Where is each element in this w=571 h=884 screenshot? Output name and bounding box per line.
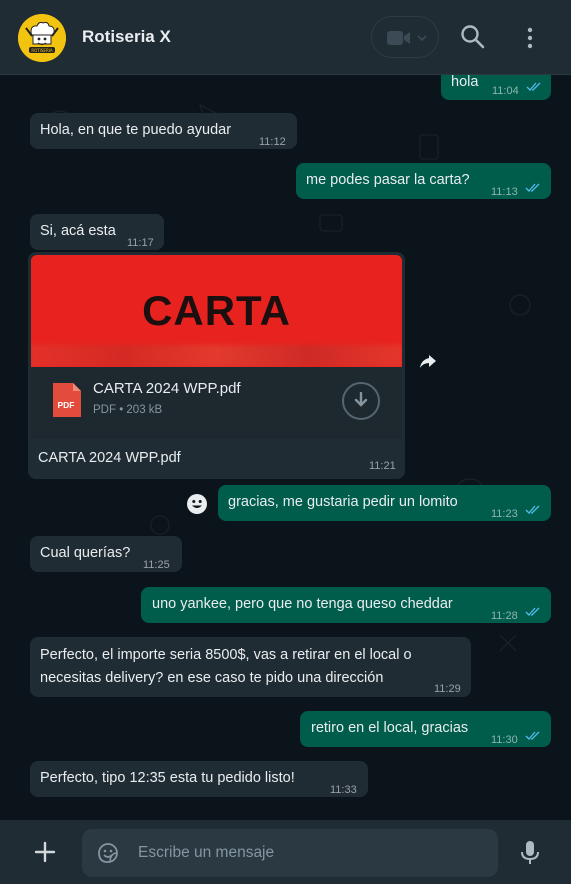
download-button[interactable] (342, 382, 380, 420)
read-receipt-icon (526, 82, 541, 91)
composer-bar (0, 820, 571, 884)
message-text: Cual querías? (40, 545, 131, 561)
message-input[interactable] (138, 829, 478, 877)
plus-icon[interactable] (34, 841, 56, 863)
video-call-button[interactable] (371, 16, 439, 58)
read-receipt-icon (525, 183, 540, 192)
mic-icon[interactable] (520, 840, 540, 866)
message-time: 11:30 (491, 734, 518, 746)
message-time: 11:33 (330, 784, 357, 796)
message-text: hola (451, 75, 479, 90)
sticker-icon[interactable] (96, 841, 120, 865)
message-time: 11:23 (491, 508, 518, 520)
message-time: 11:04 (492, 85, 519, 97)
message-incoming[interactable]: Cual querías? 11:25 (30, 536, 182, 572)
document-preview-title: CARTA (142, 287, 291, 334)
document-meta: PDF • 203 kB (93, 404, 163, 416)
message-text: me podes pasar la carta? (306, 172, 470, 188)
document-preview-blur (31, 345, 402, 367)
message-text-line-2: necesitas delivery? en ese caso te pido … (40, 670, 384, 686)
message-text: Si, acá esta (40, 223, 116, 239)
message-outgoing[interactable]: gracias, me gustaria pedir un lomito 11:… (218, 485, 551, 521)
document-file-row[interactable]: PDF CARTA 2024 WPP.pdf PDF • 203 kB (31, 367, 402, 439)
message-text: retiro en el local, gracias (311, 720, 469, 736)
message-time: 11:25 (143, 559, 170, 571)
message-text: uno yankee, pero que no tenga queso ched… (152, 596, 453, 612)
message-outgoing[interactable]: uno yankee, pero que no tenga queso ched… (141, 587, 551, 623)
document-caption: CARTA 2024 WPP.pdf (38, 450, 181, 466)
message-incoming[interactable]: Hola, en que te puedo ayudar 11:12 (30, 113, 297, 149)
message-incoming[interactable]: Perfecto, el importe seria 8500$, vas a … (30, 637, 471, 697)
avatar[interactable]: ROTISERIA (18, 14, 66, 62)
message-outgoing[interactable]: hola 11:04 (441, 75, 551, 100)
message-time: 11:13 (491, 186, 518, 198)
message-time: 11:12 (259, 136, 286, 148)
contact-name[interactable]: Rotiseria X (82, 27, 171, 47)
message-incoming[interactable]: Perfecto, tipo 12:35 esta tu pedido list… (30, 761, 368, 797)
message-time: 11:29 (434, 683, 461, 695)
message-text: gracias, me gustaria pedir un lomito (228, 494, 458, 510)
read-receipt-icon (525, 505, 540, 514)
pdf-icon: PDF (53, 383, 81, 417)
read-receipt-icon (525, 607, 540, 616)
search-icon[interactable] (460, 24, 486, 50)
document-file-name: CARTA 2024 WPP.pdf (93, 380, 241, 397)
message-text: Perfecto, tipo 12:35 esta tu pedido list… (40, 770, 295, 786)
message-outgoing[interactable]: retiro en el local, gracias 11:30 (300, 711, 551, 747)
video-call-icon (387, 31, 410, 45)
download-icon (354, 392, 368, 407)
message-text: Hola, en que te puedo ayudar (40, 122, 232, 138)
avatar-logo-text: ROTISERIA (31, 48, 53, 53)
message-input-container[interactable] (82, 829, 498, 877)
document-preview[interactable]: CARTA (31, 255, 402, 367)
forward-icon (420, 355, 436, 368)
message-incoming[interactable]: Si, acá esta 11:17 (30, 214, 164, 250)
message-time: 11:21 (369, 460, 396, 472)
message-time: 11:28 (491, 610, 518, 622)
emoji-reaction-icon[interactable] (186, 493, 208, 515)
message-outgoing[interactable]: me podes pasar la carta? 11:13 (296, 163, 551, 199)
chat-header: ROTISERIA Rotiseria X (0, 0, 571, 75)
document-message[interactable]: CARTA PDF CARTA 2024 WPP.pdf PDF • 203 k… (28, 252, 405, 479)
read-receipt-icon (525, 731, 540, 740)
chat-area[interactable]: hola 11:04 Hola, en que te puedo ayudar … (0, 75, 571, 820)
message-time: 11:17 (127, 237, 154, 249)
chevron-down-icon (417, 35, 427, 42)
menu-icon[interactable] (520, 26, 540, 50)
pdf-badge-text: PDF (58, 400, 75, 410)
forward-button[interactable] (414, 348, 442, 376)
message-text-line-1: Perfecto, el importe seria 8500$, vas a … (40, 647, 412, 663)
